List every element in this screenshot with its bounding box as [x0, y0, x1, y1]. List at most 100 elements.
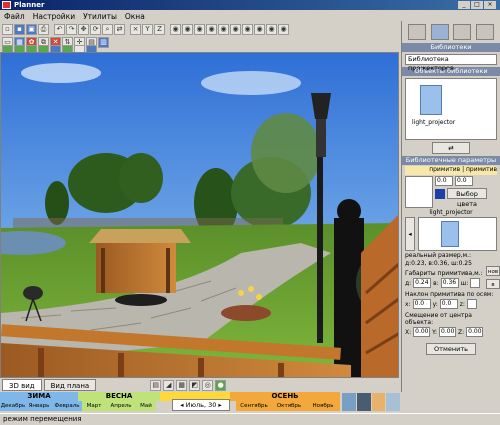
tilt-y-input[interactable]: 0.0: [439, 299, 458, 309]
weather-preset-thumb[interactable]: [386, 393, 400, 411]
season-winter: ЗИМА: [0, 392, 78, 401]
choose-color-button[interactable]: Выбор цвета: [447, 188, 487, 208]
tilt-x-input[interactable]: 0.0: [412, 299, 431, 309]
new-file-icon[interactable]: ▫: [2, 24, 13, 35]
real-size-values: д:0.23, в:0.36, ш:0.25: [405, 260, 472, 267]
print-icon[interactable]: ⎙: [38, 24, 49, 35]
maximize-icon[interactable]: □: [471, 1, 483, 9]
library-select[interactable]: Библиотека прожекторов: [405, 54, 497, 72]
params-header: Библиотечные параметры об...: [402, 156, 500, 173]
month-item[interactable]: Октябрь: [272, 401, 306, 411]
object-library-icon[interactable]: [475, 24, 494, 40]
view-tool-3-icon[interactable]: ▦: [176, 379, 188, 391]
primitive-preview: [405, 176, 433, 208]
view-tool-6-icon[interactable]: ●: [215, 379, 227, 391]
camera-10-icon[interactable]: ◉: [278, 24, 289, 35]
objects-header: Объекты библиотеки: [402, 67, 500, 76]
minimize-icon[interactable]: _: [458, 1, 470, 9]
camera-2-icon[interactable]: ◉: [182, 24, 193, 35]
move-icon[interactable]: ✥: [78, 24, 89, 35]
pan-icon[interactable]: ⇄: [114, 24, 125, 35]
primitive-preview-area: [418, 217, 497, 251]
zoom-icon[interactable]: ⌕: [102, 24, 113, 35]
season-timeline: ЗИМА ВЕСНА ОСЕНЬ Декабрь Январь Февраль …: [0, 392, 500, 412]
month-item[interactable]: Январь: [26, 401, 52, 411]
dims-d-label: д:: [405, 279, 412, 287]
prev-primitive-icon[interactable]: ◂: [405, 217, 415, 251]
month-item[interactable]: Ноябрь: [306, 401, 340, 411]
add-object-button[interactable]: ⇄: [432, 142, 470, 154]
offset-y-label: Y:: [432, 328, 438, 336]
month-item[interactable]: Апрель: [106, 401, 136, 411]
offset-z-input[interactable]: 0.00: [466, 327, 484, 337]
date-next-icon[interactable]: ▸: [216, 401, 221, 409]
menu-windows[interactable]: Окна: [125, 10, 145, 23]
menu-file[interactable]: Файл: [4, 10, 25, 23]
undo-icon[interactable]: ↶: [54, 24, 65, 35]
title-bar: Planner: [0, 0, 500, 10]
date-selector[interactable]: ◂ Июль, 30 ▸: [172, 399, 230, 411]
close-icon[interactable]: ×: [484, 1, 496, 9]
tilt-z-label: z:: [459, 300, 465, 308]
view-tool-5-icon[interactable]: ◎: [202, 379, 214, 391]
offset-x-input[interactable]: 0.00: [413, 327, 431, 337]
offset-label: Смещение от центра объекта:: [405, 312, 472, 326]
open-icon[interactable]: ▪: [14, 24, 25, 35]
offset-y-input[interactable]: 0.00: [439, 327, 457, 337]
panel-toolbar: [402, 21, 500, 43]
camera-6-icon[interactable]: ◉: [230, 24, 241, 35]
month-item[interactable]: Май: [136, 401, 156, 411]
month-item[interactable]: Февраль: [52, 401, 82, 411]
dims-row: д: 0.24 в: 0.36 ш:: [405, 278, 497, 288]
spin-a[interactable]: 0.0: [435, 176, 453, 186]
texture-icon[interactable]: [430, 24, 449, 40]
cancel-button[interactable]: Отменить: [426, 343, 476, 355]
menu-bar: Файл Настройки Утилиты Окна: [0, 10, 400, 23]
objects-list[interactable]: light_projector: [405, 78, 497, 140]
tilt-z-input[interactable]: [466, 299, 477, 309]
camera-3-icon[interactable]: ◉: [194, 24, 205, 35]
view-tool-4-icon[interactable]: ◩: [189, 379, 201, 391]
redo-icon[interactable]: ↷: [66, 24, 77, 35]
weather-preset-thumb[interactable]: [356, 393, 371, 411]
tab-plan-view[interactable]: Вид плана: [43, 379, 97, 391]
view-tool-1-icon[interactable]: ▤: [150, 379, 162, 391]
3d-viewport[interactable]: [0, 52, 399, 378]
axis-x-icon[interactable]: ×: [130, 24, 141, 35]
menu-utilities[interactable]: Утилиты: [83, 10, 117, 23]
weather-preset-thumb[interactable]: [342, 393, 356, 411]
axis-y-button[interactable]: Y: [142, 24, 153, 35]
camera-5-icon[interactable]: ◉: [218, 24, 229, 35]
real-size-label: реальный размер,м.:: [405, 252, 472, 259]
view-tool-2-icon[interactable]: ◢: [163, 379, 175, 391]
month-item[interactable]: Декабрь: [0, 401, 26, 411]
primitive-spinners: 0.0 0.0 Выбор цвета: [405, 176, 497, 208]
camera-7-icon[interactable]: ◉: [242, 24, 253, 35]
menu-settings[interactable]: Настройки: [33, 10, 75, 23]
camera-9-icon[interactable]: ◉: [266, 24, 277, 35]
dims-sh-input[interactable]: [470, 278, 481, 288]
plant-library-icon[interactable]: [453, 24, 472, 40]
tilt-y-label: y:: [432, 300, 438, 308]
new-button[interactable]: нов: [486, 266, 500, 276]
cube-icon[interactable]: [408, 24, 426, 40]
spin-b[interactable]: 0.0: [455, 176, 473, 186]
dims-d-input[interactable]: 0.24: [413, 278, 432, 288]
tab-3d-view[interactable]: 3D вид: [2, 379, 42, 391]
rotate-icon[interactable]: ⟳: [90, 24, 101, 35]
garden-scene-image: [1, 53, 398, 377]
dims-v-input[interactable]: 0.36: [440, 278, 459, 288]
save-icon[interactable]: ▣: [26, 24, 37, 35]
camera-4-icon[interactable]: ◉: [206, 24, 217, 35]
toolbar-main: ▫ ▪ ▣ ⎙ ↶ ↷ ✥ ⟳ ⌕ ⇄ × Y Z ◉ ◉ ◉ ◉ ◉ ◉ ◉ …: [0, 23, 400, 36]
side-b-button[interactable]: в: [486, 279, 500, 289]
month-item[interactable]: Сентябрь: [236, 401, 272, 411]
projector-thumbnail[interactable]: [420, 85, 442, 115]
window-title: Planner: [14, 1, 45, 9]
tilt-x-label: x:: [405, 300, 411, 308]
month-item[interactable]: Март: [82, 401, 106, 411]
weather-preset-thumb[interactable]: [371, 393, 386, 411]
camera-8-icon[interactable]: ◉: [254, 24, 265, 35]
axis-z-button[interactable]: Z: [154, 24, 165, 35]
camera-icon[interactable]: ◉: [170, 24, 181, 35]
